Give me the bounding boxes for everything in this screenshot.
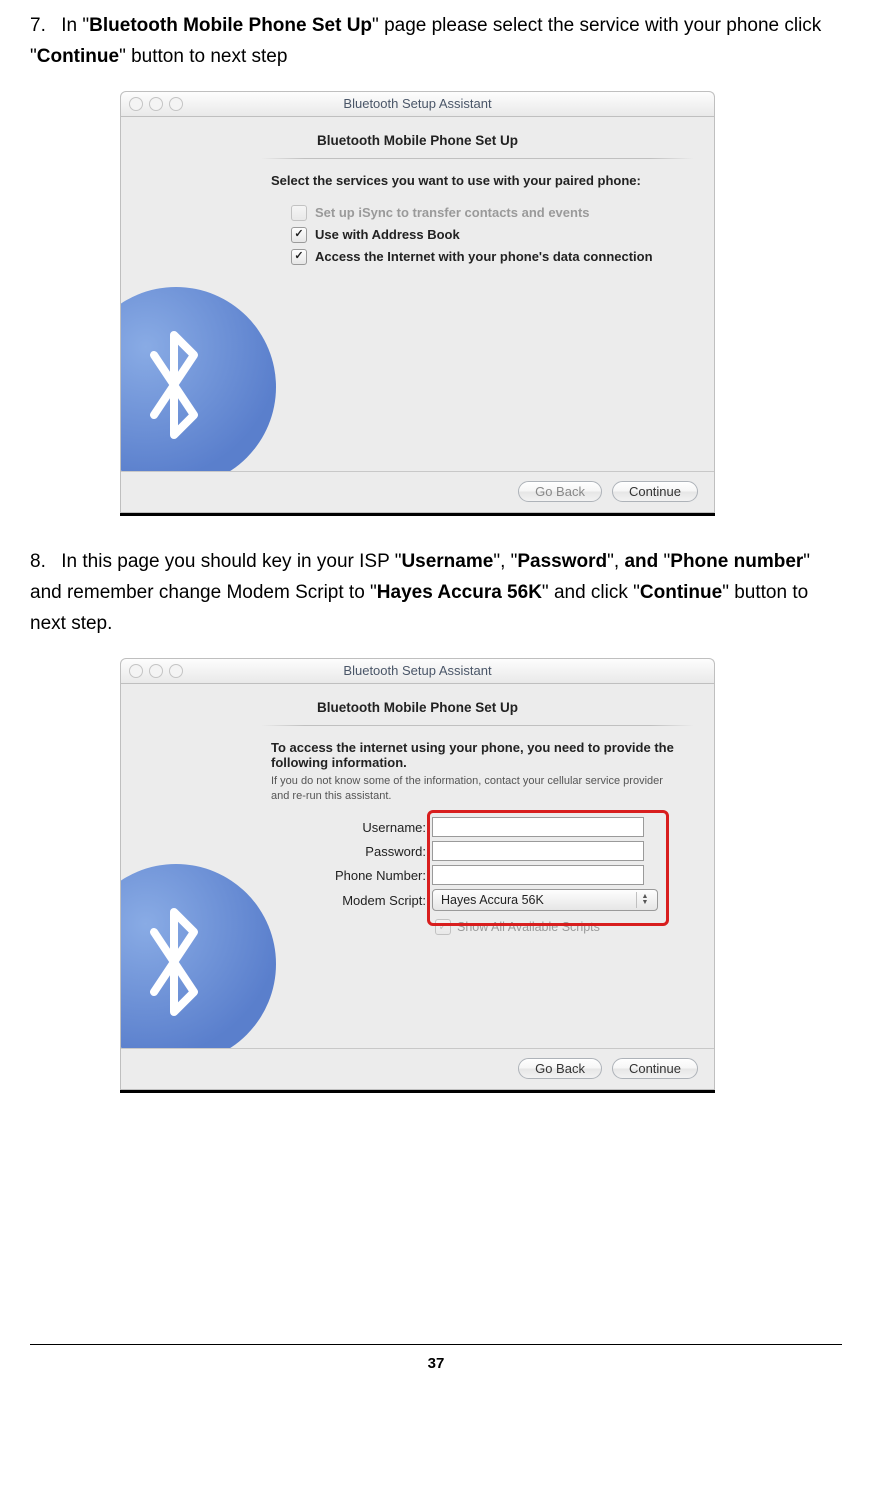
checkbox-address-book[interactable]: ✓: [291, 227, 307, 243]
window-title: Bluetooth Setup Assistant: [343, 96, 491, 111]
window-title: Bluetooth Setup Assistant: [343, 663, 491, 678]
minimize-dot[interactable]: [149, 97, 163, 111]
options-list: Set up iSync to transfer contacts and ev…: [291, 202, 714, 268]
wizard-footer: Go Back Continue: [121, 1048, 714, 1089]
option-internet-label: Access the Internet with your phone's da…: [315, 249, 653, 264]
window-body: Bluetooth Mobile Phone Set Up To access …: [120, 683, 715, 1090]
select-arrows-icon: ▲▼: [636, 892, 653, 908]
label-password: Password:: [271, 844, 426, 859]
minimize-dot[interactable]: [149, 664, 163, 678]
step7-bold-title: Bluetooth Mobile Phone Set Up: [89, 15, 372, 36]
show-all-scripts: ✓ Show All Available Scripts: [435, 919, 714, 935]
row-phone: Phone Number:: [271, 863, 684, 887]
label-username: Username:: [271, 820, 426, 835]
window-titlebar: Bluetooth Setup Assistant: [120, 91, 715, 116]
option-internet[interactable]: ✓ Access the Internet with your phone's …: [291, 246, 714, 268]
traffic-lights: [129, 97, 183, 111]
zoom-dot[interactable]: [169, 97, 183, 111]
form-grid: Username: Password: Phone Number: Modem …: [271, 815, 684, 913]
screenshot-2: Bluetooth Setup Assistant Bluetooth Mobi…: [120, 658, 715, 1093]
input-phone[interactable]: [432, 865, 644, 885]
traffic-lights: [129, 664, 183, 678]
step-8-text: 8. In this page you should key in your I…: [30, 546, 842, 640]
option-isync: Set up iSync to transfer contacts and ev…: [291, 202, 714, 224]
checkbox-show-all: ✓: [435, 919, 451, 935]
go-back-button[interactable]: Go Back: [518, 481, 602, 502]
close-dot[interactable]: [129, 664, 143, 678]
continue-button[interactable]: Continue: [612, 481, 698, 502]
continue-button[interactable]: Continue: [612, 1058, 698, 1079]
option-address-book-label: Use with Address Book: [315, 227, 460, 242]
window-body: Bluetooth Mobile Phone Set Up Select the…: [120, 116, 715, 513]
select-modem-script[interactable]: Hayes Accura 56K ▲▼: [432, 889, 658, 911]
section-title: Bluetooth Mobile Phone Set Up: [121, 117, 714, 158]
label-phone: Phone Number:: [271, 868, 426, 883]
checkbox-internet[interactable]: ✓: [291, 249, 307, 265]
prompt-text: To access the internet using your phone,…: [271, 740, 690, 770]
page-number: 37: [428, 1355, 445, 1372]
zoom-dot[interactable]: [169, 664, 183, 678]
option-address-book[interactable]: ✓ Use with Address Book: [291, 224, 714, 246]
step7-bold-continue: Continue: [37, 46, 119, 67]
subnote-text: If you do not know some of the informati…: [271, 774, 684, 804]
page-footer: 37: [30, 1344, 842, 1372]
close-dot[interactable]: [129, 97, 143, 111]
divider: [261, 725, 694, 726]
row-script: Modem Script: Hayes Accura 56K ▲▼: [271, 887, 684, 913]
row-username: Username:: [271, 815, 684, 839]
show-all-label: Show All Available Scripts: [457, 920, 600, 934]
section-title: Bluetooth Mobile Phone Set Up: [121, 684, 714, 725]
divider: [261, 158, 694, 159]
wizard-footer: Go Back Continue: [121, 471, 714, 512]
step-7-number: 7.: [30, 10, 56, 41]
checkbox-isync: [291, 205, 307, 221]
window-titlebar: Bluetooth Setup Assistant: [120, 658, 715, 683]
select-value: Hayes Accura 56K: [441, 893, 544, 907]
input-username[interactable]: [432, 817, 644, 837]
screenshot-1: Bluetooth Setup Assistant Bluetooth Mobi…: [120, 91, 715, 516]
go-back-button[interactable]: Go Back: [518, 1058, 602, 1079]
option-isync-label: Set up iSync to transfer contacts and ev…: [315, 205, 590, 220]
prompt-text: Select the services you want to use with…: [271, 173, 690, 188]
step-8-number: 8.: [30, 546, 56, 577]
bluetooth-background-icon: [120, 277, 286, 497]
label-script: Modem Script:: [271, 893, 426, 908]
input-password[interactable]: [432, 841, 644, 861]
step-7-text: 7. In "Bluetooth Mobile Phone Set Up" pa…: [30, 10, 842, 73]
row-password: Password:: [271, 839, 684, 863]
